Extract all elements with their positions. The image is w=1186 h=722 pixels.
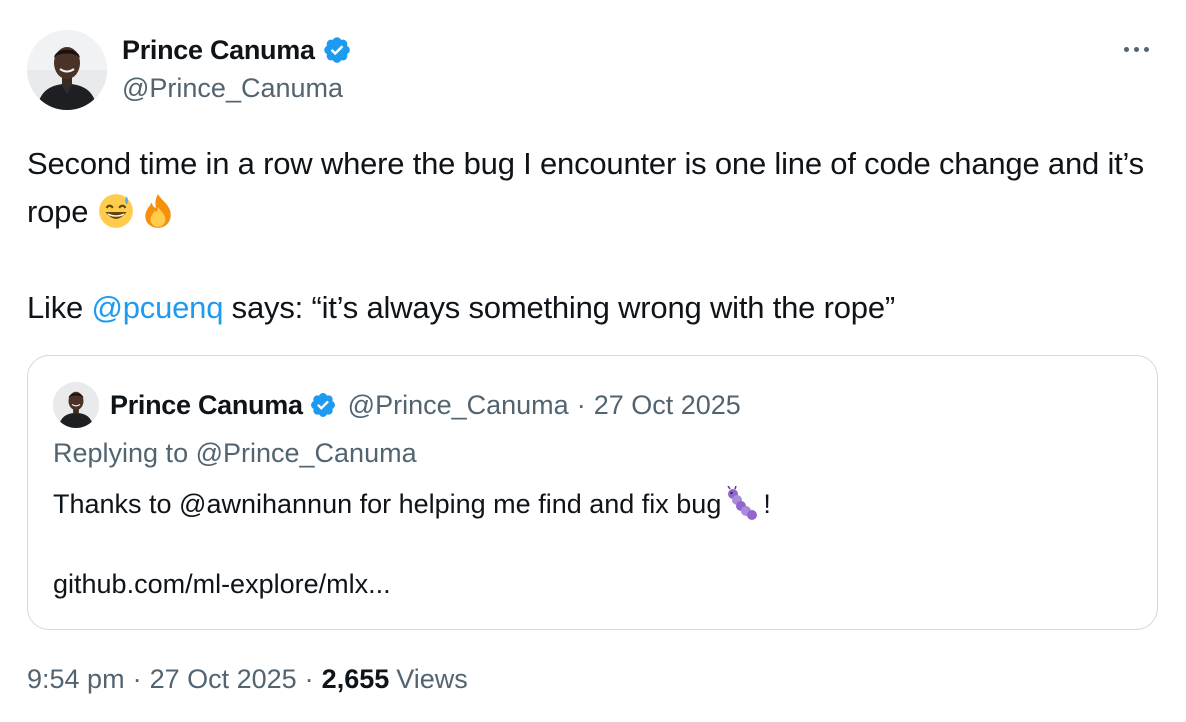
bug-emoji-icon (727, 486, 758, 520)
tweet-line-1: Second time in a row where the bug I enc… (27, 146, 1144, 229)
quoted-link[interactable]: github.com/ml-explore/mlx... (53, 564, 391, 604)
fire-emoji-icon (145, 194, 171, 228)
quoted-tweet-card[interactable]: Prince Canuma @Prince_Canuma · 27 Oct 20… (27, 355, 1158, 630)
separator-dot: · (304, 664, 314, 694)
separator-dot: · (576, 389, 586, 420)
quoted-author-name[interactable]: Prince Canuma (110, 390, 303, 421)
verified-badge-icon (310, 393, 335, 417)
tweet-text: Second time in a row where the bug I enc… (27, 140, 1157, 332)
author-name-row: Prince Canuma (122, 32, 352, 68)
mention-link[interactable]: @pcuenq (91, 290, 223, 325)
verified-badge-icon[interactable] (322, 35, 352, 65)
more-options-icon[interactable] (1116, 34, 1156, 64)
author-avatar[interactable] (27, 30, 107, 110)
separator-dot: · (132, 664, 142, 694)
author-handle[interactable]: @Prince_Canuma (122, 73, 352, 104)
author-display-name[interactable]: Prince Canuma (122, 35, 315, 66)
quoted-tweet-header: Prince Canuma @Prince_Canuma · 27 Oct 20… (53, 381, 741, 429)
quoted-tweet-text: Thanks to @awnihannun for helping me fin… (53, 484, 771, 524)
quoted-author-handle[interactable]: @Prince_Canuma (348, 390, 569, 421)
author-block: Prince Canuma @Prince_Canuma (122, 32, 352, 104)
views-label: Views (396, 664, 468, 694)
quoted-author-avatar[interactable] (53, 382, 99, 428)
sweat-smile-emoji-icon (98, 194, 133, 228)
replying-to-label: Replying to @Prince_Canuma (53, 438, 417, 468)
quoted-date[interactable]: 27 Oct 2025 (594, 390, 741, 421)
tweet-time[interactable]: 9:54 pm (27, 664, 125, 695)
views-count[interactable]: 2,655 (322, 664, 390, 695)
tweet-date[interactable]: 27 Oct 2025 (150, 664, 297, 695)
tweet-meta: 9:54 pm · 27 Oct 2025 · 2,655 Views (27, 664, 468, 695)
tweet-line-2: Like @pcuenq says: “it’s always somethin… (27, 290, 895, 325)
